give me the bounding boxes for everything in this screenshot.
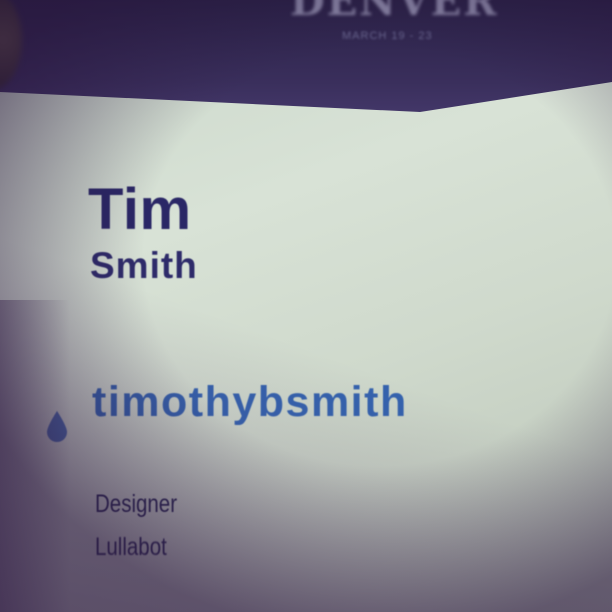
event-city: DENVER <box>290 0 499 25</box>
last-name: Smith <box>90 245 198 286</box>
username-handle: timothybsmith <box>92 378 408 426</box>
company-name: Lullabot <box>95 533 167 561</box>
job-role: Designer <box>95 490 178 518</box>
badge-photo: DENVER MARCH 19 - 23 Tim Smith timothybs… <box>0 0 612 612</box>
first-name: Tim <box>88 177 192 242</box>
event-dates: MARCH 19 - 23 <box>342 30 433 42</box>
drop-icon <box>47 411 67 442</box>
